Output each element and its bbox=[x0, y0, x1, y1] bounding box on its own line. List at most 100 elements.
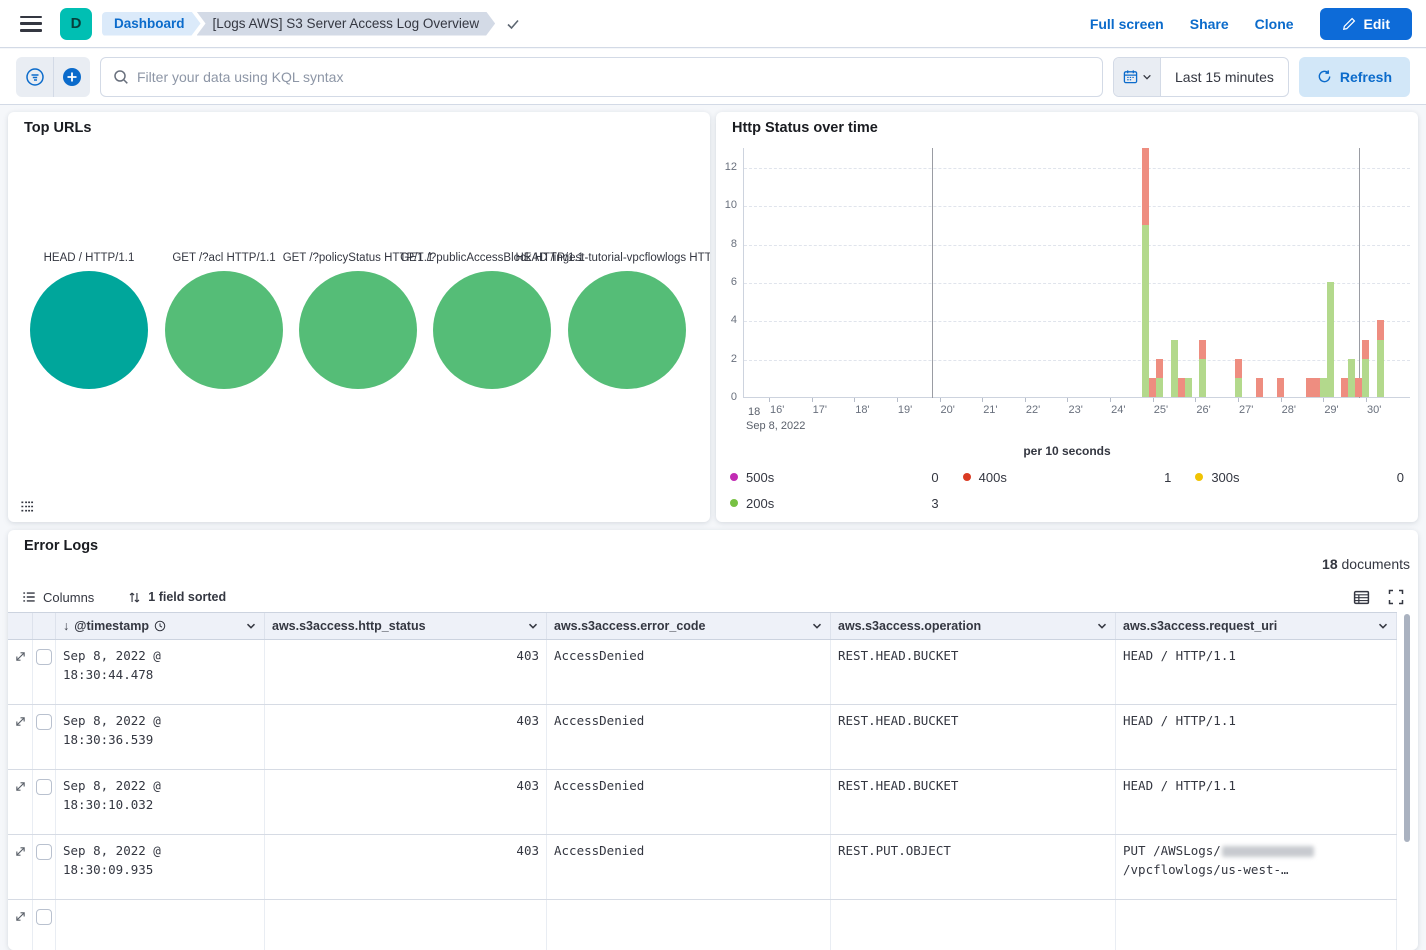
columns-button[interactable]: Columns bbox=[22, 590, 94, 605]
pie-slice[interactable] bbox=[299, 271, 417, 389]
display-options-icon[interactable] bbox=[1353, 589, 1370, 606]
x-axis-tick-label: 23' bbox=[1068, 404, 1082, 416]
bar-segment-400s bbox=[1156, 359, 1163, 378]
add-filter-icon[interactable] bbox=[53, 57, 90, 97]
row-checkbox[interactable] bbox=[36, 714, 52, 730]
column-header-error_code[interactable]: aws.s3access.error_code bbox=[547, 613, 831, 639]
kql-search-input[interactable] bbox=[137, 69, 1090, 85]
x-axis-tick bbox=[1238, 398, 1239, 402]
sort-desc-icon: ↓ bbox=[63, 619, 69, 633]
expand-row-icon[interactable] bbox=[14, 845, 27, 899]
filter-circle-icon[interactable] bbox=[16, 57, 53, 97]
panel-title: Top URLs bbox=[24, 120, 91, 136]
pie-slice[interactable] bbox=[568, 271, 686, 389]
cell-http-status bbox=[265, 900, 547, 950]
bar-segment-400s bbox=[1306, 378, 1313, 397]
gridline bbox=[744, 206, 1410, 207]
documents-count-label: documents bbox=[1342, 556, 1410, 572]
row-checkbox[interactable] bbox=[36, 779, 52, 795]
cell-operation bbox=[831, 900, 1116, 950]
x-axis-tick-label: 30' bbox=[1367, 404, 1381, 416]
full-screen-button[interactable]: Full screen bbox=[1090, 16, 1164, 32]
column-menu-chevron-icon[interactable] bbox=[1377, 620, 1389, 632]
row-select-cell bbox=[33, 705, 56, 769]
legend-label: 400s bbox=[979, 470, 1007, 485]
avatar[interactable]: D bbox=[60, 8, 92, 40]
table-row-partial bbox=[8, 900, 1397, 950]
column-header-operation[interactable]: aws.s3access.operation bbox=[831, 613, 1116, 639]
cell-http-status: 403 bbox=[265, 770, 547, 834]
cell-request-uri: PUT /AWSLogs//vpcflowlogs/us-west-… bbox=[1116, 835, 1397, 899]
calendar-dropdown-button[interactable] bbox=[1114, 58, 1161, 96]
legend-value: 0 bbox=[931, 470, 938, 485]
gridline bbox=[744, 168, 1410, 169]
expand-row-icon[interactable] bbox=[14, 780, 27, 834]
bar-segment-400s bbox=[1235, 359, 1242, 378]
x-axis-tick bbox=[1110, 398, 1111, 402]
column-menu-chevron-icon[interactable] bbox=[1096, 620, 1108, 632]
pie-slice[interactable] bbox=[433, 271, 551, 389]
gridline bbox=[744, 245, 1410, 246]
row-checkbox[interactable] bbox=[36, 649, 52, 665]
column-header-http_status[interactable]: aws.s3access.http_status bbox=[265, 613, 547, 639]
sorted-fields-button[interactable]: 1 field sorted bbox=[128, 590, 226, 604]
cell-timestamp: Sep 8, 2022 @ 18:30:44.478 bbox=[56, 640, 265, 704]
x-axis-tick bbox=[897, 398, 898, 402]
row-checkbox[interactable] bbox=[36, 844, 52, 860]
edit-button[interactable]: Edit bbox=[1320, 8, 1412, 40]
fullscreen-icon[interactable] bbox=[1388, 589, 1404, 605]
cell-error-code bbox=[547, 900, 831, 950]
bar-segment-200s bbox=[1171, 340, 1178, 398]
row-expand-cell bbox=[8, 900, 33, 950]
expand-row-icon[interactable] bbox=[14, 650, 27, 704]
redacted-account-id bbox=[1222, 846, 1314, 857]
x-axis-tick-label: 22' bbox=[1026, 404, 1040, 416]
x-axis-tick-label: 20' bbox=[941, 404, 955, 416]
x-axis-tick-label: 25' bbox=[1154, 404, 1168, 416]
pie-slice[interactable] bbox=[165, 271, 283, 389]
x-axis-tick bbox=[1323, 398, 1324, 402]
row-select-cell bbox=[33, 835, 56, 899]
column-menu-chevron-icon[interactable] bbox=[527, 620, 539, 632]
legend-item[interactable]: 300s0 bbox=[1195, 464, 1404, 490]
table-scrollbar[interactable] bbox=[1404, 614, 1410, 842]
menu-icon[interactable] bbox=[20, 16, 42, 32]
legend-toggle-icon[interactable] bbox=[20, 499, 35, 514]
clone-button[interactable]: Clone bbox=[1255, 16, 1294, 32]
share-button[interactable]: Share bbox=[1190, 16, 1229, 32]
x-axis-tick bbox=[812, 398, 813, 402]
column-menu-chevron-icon[interactable] bbox=[811, 620, 823, 632]
x-axis-tick-label: 17' bbox=[813, 404, 827, 416]
datagrid-toolbar: Columns 1 field sorted bbox=[8, 584, 1418, 610]
x-axis-tick-label: 26' bbox=[1196, 404, 1210, 416]
breadcrumb-dashboard[interactable]: Dashboard bbox=[102, 12, 201, 36]
bar-segment-400s bbox=[1178, 378, 1185, 397]
expand-row-icon[interactable] bbox=[14, 715, 27, 769]
time-range-value[interactable]: Last 15 minutes bbox=[1161, 58, 1288, 96]
table-row: Sep 8, 2022 @ 18:30:44.478403AccessDenie… bbox=[8, 640, 1397, 705]
legend-item[interactable]: 200s 3 bbox=[730, 490, 939, 516]
row-expand-cell bbox=[8, 640, 33, 704]
legend-value: 3 bbox=[931, 496, 938, 511]
legend-label: 200s bbox=[746, 496, 774, 511]
column-header-timestamp[interactable]: ↓ @timestamp bbox=[56, 613, 265, 639]
row-checkbox[interactable] bbox=[36, 909, 52, 925]
bar-segment-200s bbox=[1199, 359, 1206, 397]
header-control-cell bbox=[8, 613, 33, 639]
pencil-icon bbox=[1342, 17, 1356, 31]
row-select-cell bbox=[33, 640, 56, 704]
legend-item[interactable]: 500s0 bbox=[730, 464, 939, 490]
column-header-request_uri[interactable]: aws.s3access.request_uri bbox=[1116, 613, 1397, 639]
x-axis-tick bbox=[1067, 398, 1068, 402]
refresh-button[interactable]: Refresh bbox=[1299, 57, 1410, 97]
column-header-label: @timestamp bbox=[74, 619, 149, 633]
x-axis-tick-label: 29' bbox=[1324, 404, 1338, 416]
expand-row-icon[interactable] bbox=[14, 910, 27, 950]
legend-item[interactable]: 400s1 bbox=[963, 464, 1172, 490]
bar-segment-200s bbox=[1235, 378, 1242, 397]
kql-search-box bbox=[100, 57, 1103, 97]
header-select-cell bbox=[33, 613, 56, 639]
pie-slice[interactable] bbox=[30, 271, 148, 389]
column-menu-chevron-icon[interactable] bbox=[245, 620, 257, 632]
bar-segment-400s bbox=[1142, 148, 1149, 225]
